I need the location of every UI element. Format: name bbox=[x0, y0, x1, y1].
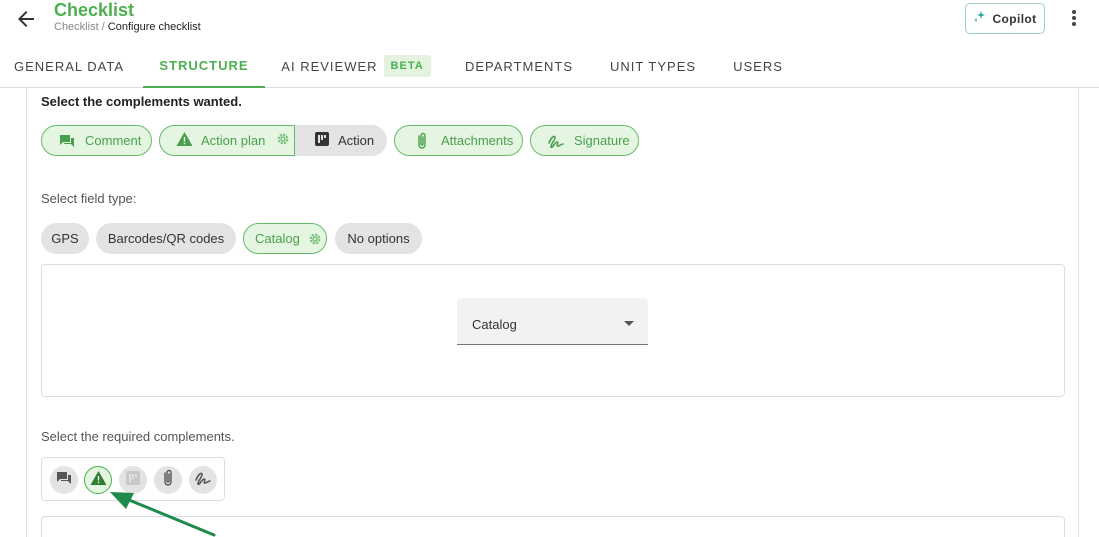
chip-label: No options bbox=[347, 231, 410, 246]
field-type-no-options[interactable]: No options bbox=[335, 223, 422, 254]
comment-icon bbox=[56, 470, 72, 491]
signature-icon bbox=[547, 132, 565, 150]
required-comment-toggle[interactable] bbox=[50, 466, 78, 494]
comment-icon bbox=[58, 132, 76, 150]
copilot-button[interactable]: Copilot bbox=[965, 3, 1045, 34]
copilot-label: Copilot bbox=[992, 11, 1037, 26]
action-plan-chip[interactable]: Action plan bbox=[159, 125, 295, 156]
page-title: Checklist bbox=[54, 0, 135, 20]
app-header: Checklist Checklist / Configure checklis… bbox=[0, 0, 1099, 44]
back-arrow-icon[interactable] bbox=[14, 7, 38, 31]
chip-label: Attachments bbox=[441, 133, 514, 148]
breadcrumb-current: Configure checklist bbox=[107, 21, 201, 33]
signature-chip[interactable]: Signature bbox=[530, 125, 639, 156]
tab-label: GENERAL DATA bbox=[13, 58, 124, 74]
tab-label: STRUCTURE bbox=[159, 57, 249, 73]
tab-label: DEPARTMENTS bbox=[464, 58, 574, 74]
breadcrumb: Checklist / Configure checklist bbox=[54, 21, 201, 33]
complements-title: Select the complements wanted. bbox=[41, 94, 242, 109]
chip-label: Signature bbox=[574, 133, 630, 148]
field-type-title: Select field type: bbox=[41, 191, 137, 206]
paperclip-icon bbox=[413, 132, 431, 150]
tab-users[interactable]: USERS bbox=[724, 44, 792, 88]
sparkle-icon bbox=[973, 10, 987, 27]
chevron-down-icon bbox=[624, 321, 634, 326]
catalog-select[interactable]: Catalog bbox=[457, 298, 648, 345]
tab-structure[interactable]: STRUCTURE bbox=[143, 44, 265, 88]
chip-label: Comment bbox=[85, 133, 142, 148]
tab-label: USERS bbox=[733, 58, 783, 74]
tab-label: AI REVIEWER bbox=[281, 58, 378, 74]
breadcrumb-parent[interactable]: Checklist / bbox=[54, 21, 108, 33]
settings-gear-icon[interactable] bbox=[306, 230, 324, 248]
tab-label: UNIT TYPES bbox=[609, 58, 697, 74]
tab-departments[interactable]: DEPARTMENTS bbox=[456, 44, 582, 88]
field-type-catalog[interactable]: Catalog bbox=[243, 223, 327, 254]
field-type-barcodes[interactable]: Barcodes/QR codes bbox=[96, 223, 236, 254]
chip-label: Barcodes/QR codes bbox=[107, 231, 225, 246]
chip-label: Catalog bbox=[255, 231, 300, 246]
tab-unit-types[interactable]: UNIT TYPES bbox=[600, 44, 706, 88]
action-plan-split-chip: Action plan Action bbox=[159, 125, 387, 156]
chip-label: GPS bbox=[51, 231, 79, 246]
board-icon bbox=[315, 132, 329, 149]
catalog-select-value: Catalog bbox=[472, 317, 517, 332]
comment-chip[interactable]: Comment bbox=[41, 125, 152, 156]
chip-label: Action bbox=[338, 133, 375, 148]
beta-badge: BETA bbox=[383, 55, 431, 77]
warning-icon bbox=[176, 131, 193, 150]
tab-ai-reviewer[interactable]: AI REVIEWER BETA bbox=[280, 44, 432, 88]
tab-general-data[interactable]: GENERAL DATA bbox=[0, 44, 138, 88]
chip-label: Action plan bbox=[201, 133, 266, 148]
more-options-icon[interactable] bbox=[1064, 6, 1084, 30]
annotation-arrow-icon bbox=[110, 492, 216, 537]
attachments-chip[interactable]: Attachments bbox=[394, 125, 523, 156]
field-type-gps[interactable]: GPS bbox=[41, 223, 89, 254]
action-chip[interactable]: Action bbox=[295, 125, 387, 156]
required-complements-title: Select the required complements. bbox=[41, 429, 235, 444]
settings-gear-icon[interactable] bbox=[277, 133, 289, 148]
tab-bar: GENERAL DATA STRUCTURE AI REVIEWER BETA D… bbox=[0, 44, 1099, 88]
